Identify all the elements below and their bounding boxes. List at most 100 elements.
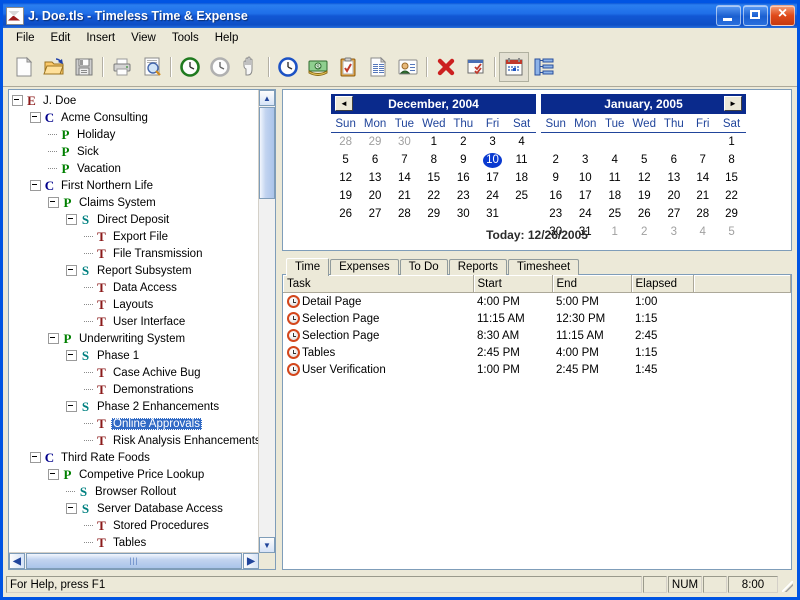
tree-node-task-risk-analysis-enhancements[interactable]: T Risk Analysis Enhancements <box>9 432 258 449</box>
calendar-day-cell[interactable]: 4 <box>600 151 629 169</box>
tab-to-do[interactable]: To Do <box>399 259 448 275</box>
calendar-day-cell[interactable]: 17 <box>570 187 600 205</box>
calendar-day-cell[interactable]: 13 <box>659 169 688 187</box>
print-button[interactable] <box>107 52 137 82</box>
tree-node-subproject-phase-2-enhancements[interactable]: S Phase 2 Enhancements <box>9 398 258 415</box>
column-header-elapsed[interactable]: Elapsed <box>631 275 694 293</box>
tree-node-subproject-direct-deposit[interactable]: S Direct Deposit <box>9 211 258 228</box>
table-row[interactable]: Selection Page 8:30 AM 11:15 AM 2:45 <box>283 327 791 344</box>
calendar-button[interactable] <box>499 52 529 82</box>
column-header-blank[interactable] <box>693 275 791 293</box>
tree-collapse-icon[interactable] <box>48 333 59 344</box>
calendar-day-cell[interactable]: 13 <box>360 169 390 187</box>
tree-collapse-icon[interactable] <box>66 350 77 361</box>
tree-collapse-icon[interactable] <box>30 112 41 123</box>
calendar-day-cell[interactable]: 14 <box>390 169 419 187</box>
calendar-day-cell[interactable]: 16 <box>449 169 478 187</box>
resize-grip[interactable] <box>780 576 794 593</box>
tree-node-client-acme-consulting[interactable]: C Acme Consulting <box>9 109 258 126</box>
contacts-button[interactable] <box>393 52 423 82</box>
tree-node-project-underwriting-system[interactable]: P Underwriting System <box>9 330 258 347</box>
tree-collapse-icon[interactable] <box>48 197 59 208</box>
maximize-button[interactable] <box>743 5 768 26</box>
tree-collapse-icon[interactable] <box>48 469 59 480</box>
tree-collapse-icon[interactable] <box>66 503 77 514</box>
calendar-day-cell[interactable]: 26 <box>331 205 360 223</box>
tree-node-task-demonstrations[interactable]: T Demonstrations <box>9 381 258 398</box>
new-document-button[interactable] <box>9 52 39 82</box>
tree-node-project-holiday[interactable]: P Holiday <box>9 126 258 143</box>
calendar-day-cell[interactable]: 4 <box>507 133 536 152</box>
start-timer-button[interactable] <box>175 52 205 82</box>
tree-vertical-scroll-thumb[interactable] <box>259 107 275 199</box>
calendar-day-cell[interactable]: 19 <box>629 187 659 205</box>
save-button[interactable] <box>69 52 99 82</box>
calendar-day-cell[interactable]: 7 <box>390 151 419 169</box>
open-folder-button[interactable] <box>39 52 69 82</box>
tree-node-task-layouts[interactable]: T Layouts <box>9 296 258 313</box>
tab-reports[interactable]: Reports <box>448 259 507 275</box>
menu-edit[interactable]: Edit <box>43 30 79 46</box>
calendar-december-grid[interactable]: Sun Mon Tue Wed Thu Fri Sat 28 29 30 1 2 3 4 5 6 7 8 9 10 11… <box>331 116 536 223</box>
calendar-day-cell[interactable]: 9 <box>449 151 478 169</box>
calendar-day-cell[interactable]: 15 <box>717 169 746 187</box>
table-row[interactable]: Selection Page 11:15 AM 12:30 PM 1:15 <box>283 310 791 327</box>
tree-node-subproject-report-subsystem[interactable]: S Report Subsystem <box>9 262 258 279</box>
tree-collapse-icon[interactable] <box>12 95 23 106</box>
calendar-day-cell[interactable]: 12 <box>629 169 659 187</box>
calendar-day-cell[interactable]: 15 <box>419 169 449 187</box>
tree-scroll-left-button[interactable]: ◀ <box>9 553 25 569</box>
calendar-day-cell[interactable]: 21 <box>390 187 419 205</box>
pause-button[interactable] <box>235 52 265 82</box>
calendar-day-cell[interactable]: 21 <box>688 187 717 205</box>
tree-node-project-sick[interactable]: P Sick <box>9 143 258 160</box>
delete-button[interactable] <box>431 52 461 82</box>
tree-node-project-competive-price-lookup[interactable]: P Competive Price Lookup <box>9 466 258 483</box>
calendar-day-cell[interactable]: 23 <box>541 205 570 223</box>
column-header-task[interactable]: Task <box>283 275 474 293</box>
tree-node-subproject-browser-rollout[interactable]: S Browser Rollout <box>9 483 258 500</box>
print-preview-button[interactable] <box>137 52 167 82</box>
tree-scroll-up-button[interactable]: ▲ <box>259 90 275 106</box>
tree-vertical-scrollbar[interactable]: ▲ ▼ <box>258 90 275 553</box>
calendar-day-cell[interactable]: 28 <box>390 205 419 223</box>
tree-collapse-icon[interactable] <box>66 214 77 225</box>
calendar-day-cell[interactable]: 19 <box>331 187 360 205</box>
calendar-day-cell[interactable]: 24 <box>478 187 507 205</box>
calendar-day-cell[interactable]: 20 <box>360 187 390 205</box>
calendar-day-cell[interactable]: 9 <box>541 169 570 187</box>
table-row[interactable]: Tables 2:45 PM 4:00 PM 1:15 <box>283 344 791 361</box>
tree-node-task-stored-procedures[interactable]: T Stored Procedures <box>9 517 258 534</box>
tree-node-employee-j-doe[interactable]: E J. Doe <box>9 92 258 109</box>
calendar-day-cell[interactable]: 11 <box>507 151 536 169</box>
menu-insert[interactable]: Insert <box>78 30 123 46</box>
calendar-day-cell[interactable]: 2 <box>541 151 570 169</box>
tree-collapse-icon[interactable] <box>30 452 41 463</box>
column-header-start[interactable]: Start <box>473 275 553 293</box>
calendar-day-cell[interactable]: 24 <box>570 205 600 223</box>
column-header-end[interactable]: End <box>552 275 632 293</box>
calendar-day-cell[interactable]: 18 <box>600 187 629 205</box>
close-button[interactable] <box>770 4 795 26</box>
calendar-day-cell[interactable]: 14 <box>688 169 717 187</box>
calendar-day-cell[interactable]: 29 <box>419 205 449 223</box>
todo-button[interactable] <box>333 52 363 82</box>
table-row[interactable]: Detail Page 4:00 PM 5:00 PM 1:00 <box>283 293 791 311</box>
tree-scroll-down-button[interactable]: ▼ <box>259 537 275 553</box>
tree-node-client-first-northern-life[interactable]: C First Northern Life <box>9 177 258 194</box>
calendar-day-cell[interactable]: 25 <box>507 187 536 205</box>
tree-node-task-export-file[interactable]: T Export File <box>9 228 258 245</box>
report-button[interactable] <box>363 52 393 82</box>
calendar-day-cell[interactable]: 26 <box>629 205 659 223</box>
tree-node-project-claims-system[interactable]: P Claims System <box>9 194 258 211</box>
table-row[interactable]: User Verification 1:00 PM 2:45 PM 1:45 <box>283 361 791 378</box>
calendar-day-cell[interactable]: 12 <box>331 169 360 187</box>
calendar-day-cell[interactable]: 6 <box>659 151 688 169</box>
calendar-day-cell[interactable]: 2 <box>449 133 478 152</box>
calendar-day-cell[interactable]: 28 <box>331 133 360 152</box>
tree-node-task-user-interface[interactable]: T User Interface <box>9 313 258 330</box>
menu-file[interactable]: File <box>8 30 43 46</box>
tree-horizontal-scroll-thumb[interactable]: ||| <box>26 553 242 569</box>
tab-expenses[interactable]: Expenses <box>330 259 399 275</box>
calendar-day-cell[interactable]: 20 <box>659 187 688 205</box>
